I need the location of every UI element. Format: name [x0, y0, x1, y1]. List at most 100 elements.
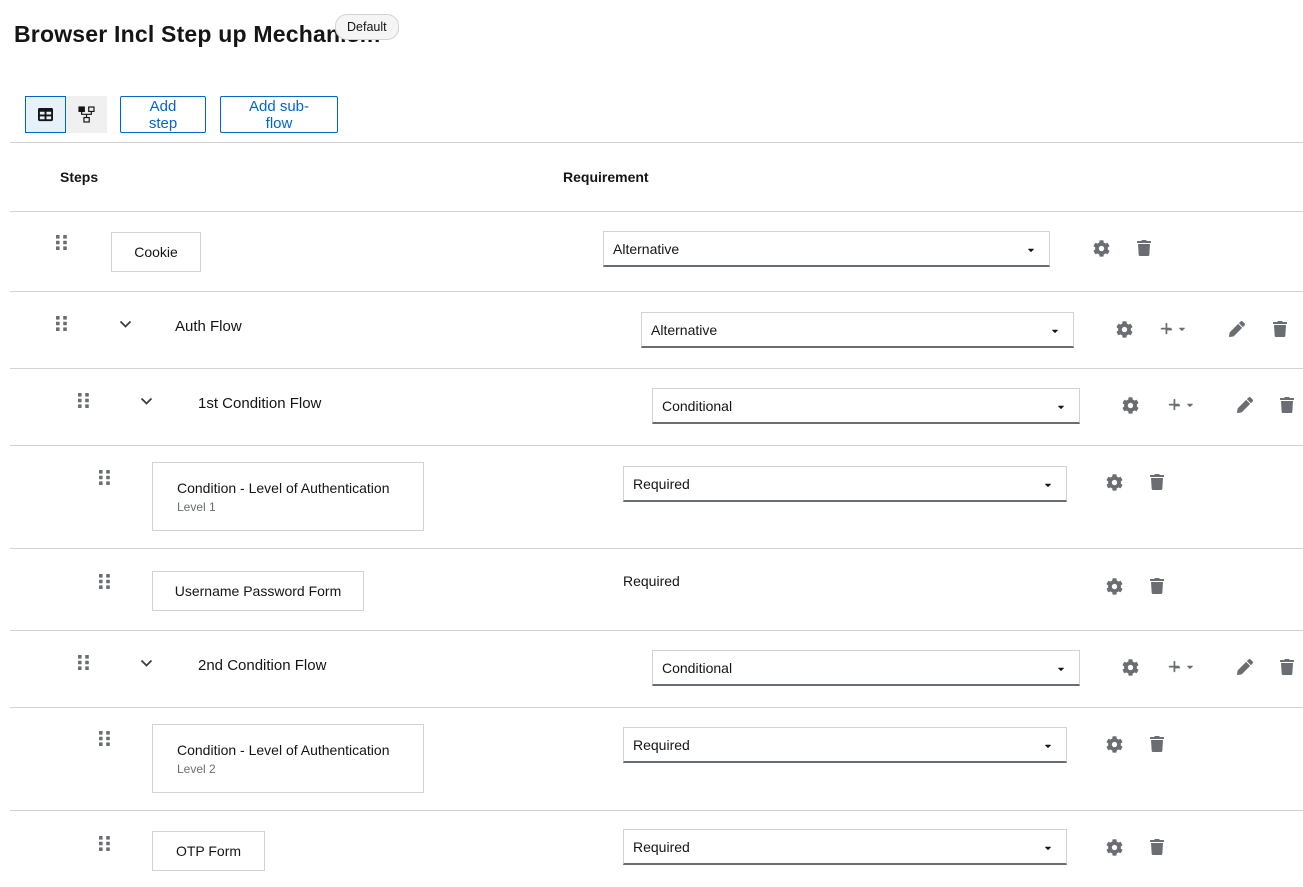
drag-handle[interactable]: [92, 726, 116, 750]
drag-handle[interactable]: [92, 831, 116, 855]
gear-icon: [1122, 659, 1139, 676]
drag-handle[interactable]: [49, 311, 73, 335]
edit-button[interactable]: [1225, 317, 1249, 341]
requirement-select[interactable]: Required: [623, 829, 1067, 865]
drag-handle[interactable]: [49, 230, 73, 254]
authentication-flow-page: Browser Incl Step up Mechanism Default A…: [0, 0, 1303, 887]
requirement-value: Alternative: [651, 322, 717, 338]
caret-down-icon: [1056, 664, 1066, 674]
requirement-select[interactable]: Required: [623, 466, 1067, 502]
delete-button[interactable]: [1145, 732, 1169, 756]
subflow-title: Auth Flow: [175, 318, 242, 335]
settings-button[interactable]: [1112, 317, 1136, 341]
delete-button[interactable]: [1275, 655, 1299, 679]
trash-icon: [1150, 474, 1164, 490]
add-step-dropdown-button[interactable]: [1159, 655, 1201, 679]
delete-button[interactable]: [1268, 317, 1292, 341]
requirement-value: Alternative: [613, 241, 679, 257]
table-header: Steps Requirement: [10, 142, 1303, 212]
add-subflow-button[interactable]: Add sub-flow: [220, 96, 338, 133]
step-card: Username Password Form: [152, 571, 364, 611]
drag-handle[interactable]: [92, 569, 116, 593]
settings-button[interactable]: [1102, 470, 1126, 494]
requirement-value: Required: [633, 839, 690, 855]
step-subtitle: Level 1: [177, 500, 216, 514]
flow-row-2nd-condition-flow: 2nd Condition Flow Conditional: [10, 630, 1303, 708]
flow-row-username-password-form: Username Password Form Required: [10, 548, 1303, 631]
step-title: Condition - Level of Authentication: [177, 480, 389, 496]
page-title: Browser Incl Step up Mechanism: [14, 21, 380, 48]
settings-button[interactable]: [1118, 393, 1142, 417]
step-card: Condition - Level of Authentication Leve…: [152, 724, 424, 793]
requirement-static-text: Required: [623, 573, 680, 589]
collapse-toggle[interactable]: [113, 312, 137, 336]
grip-vertical-icon: [55, 315, 68, 332]
pencil-icon: [1229, 321, 1245, 337]
edit-button[interactable]: [1233, 655, 1257, 679]
default-badge: Default: [335, 14, 399, 40]
diagram-view-toggle[interactable]: [66, 96, 107, 133]
column-header-requirement: Requirement: [563, 169, 649, 185]
caret-down-icon: [1056, 402, 1066, 412]
table-view-toggle[interactable]: [25, 96, 66, 133]
subflow-title: 2nd Condition Flow: [198, 657, 326, 674]
settings-button[interactable]: [1102, 835, 1126, 859]
delete-button[interactable]: [1145, 470, 1169, 494]
requirement-select[interactable]: Alternative: [641, 312, 1074, 348]
settings-button[interactable]: [1102, 732, 1126, 756]
add-step-dropdown-button[interactable]: [1151, 317, 1193, 341]
delete-button[interactable]: [1145, 574, 1169, 598]
grip-vertical-icon: [98, 730, 111, 747]
trash-icon: [1273, 321, 1287, 337]
caret-down-icon: [1043, 480, 1053, 490]
grip-vertical-icon: [98, 835, 111, 852]
gear-icon: [1106, 474, 1123, 491]
trash-icon: [1150, 736, 1164, 752]
drag-handle[interactable]: [92, 465, 116, 489]
requirement-select[interactable]: Required: [623, 727, 1067, 763]
step-title: OTP Form: [176, 843, 241, 859]
drag-handle[interactable]: [71, 650, 95, 674]
requirement-select[interactable]: Alternative: [603, 231, 1050, 267]
settings-button[interactable]: [1118, 655, 1142, 679]
edit-button[interactable]: [1233, 393, 1257, 417]
drag-handle[interactable]: [71, 388, 95, 412]
trash-icon: [1137, 240, 1151, 256]
delete-button[interactable]: [1132, 236, 1156, 260]
gear-icon: [1116, 321, 1133, 338]
step-card: Cookie: [111, 232, 201, 272]
plus-icon: [1159, 322, 1173, 336]
trash-icon: [1150, 578, 1164, 594]
delete-button[interactable]: [1275, 393, 1299, 417]
caret-down-icon: [1186, 662, 1194, 672]
gear-icon: [1106, 736, 1123, 753]
step-title: Username Password Form: [175, 583, 342, 599]
settings-button[interactable]: [1089, 236, 1113, 260]
trash-icon: [1280, 659, 1294, 675]
pencil-icon: [1237, 659, 1253, 675]
chevron-down-icon: [140, 659, 153, 667]
step-title: Condition - Level of Authentication: [177, 742, 389, 758]
caret-down-icon: [1186, 400, 1194, 410]
delete-button[interactable]: [1145, 835, 1169, 859]
requirement-select[interactable]: Conditional: [652, 388, 1080, 424]
add-step-button[interactable]: Add step: [120, 96, 206, 133]
grip-vertical-icon: [55, 234, 68, 251]
plus-icon: [1167, 398, 1181, 412]
step-card: Condition - Level of Authentication Leve…: [152, 462, 424, 531]
caret-down-icon: [1026, 245, 1036, 255]
gear-icon: [1106, 839, 1123, 856]
caret-down-icon: [1178, 324, 1186, 334]
table-icon: [37, 107, 54, 122]
grip-vertical-icon: [77, 654, 90, 671]
chevron-down-icon: [140, 397, 153, 405]
requirement-value: Conditional: [662, 398, 732, 414]
pencil-icon: [1237, 397, 1253, 413]
settings-button[interactable]: [1102, 574, 1126, 598]
requirement-value: Conditional: [662, 660, 732, 676]
collapse-toggle[interactable]: [134, 651, 158, 675]
collapse-toggle[interactable]: [134, 389, 158, 413]
add-step-dropdown-button[interactable]: [1159, 393, 1201, 417]
requirement-select[interactable]: Conditional: [652, 650, 1080, 686]
gear-icon: [1106, 578, 1123, 595]
